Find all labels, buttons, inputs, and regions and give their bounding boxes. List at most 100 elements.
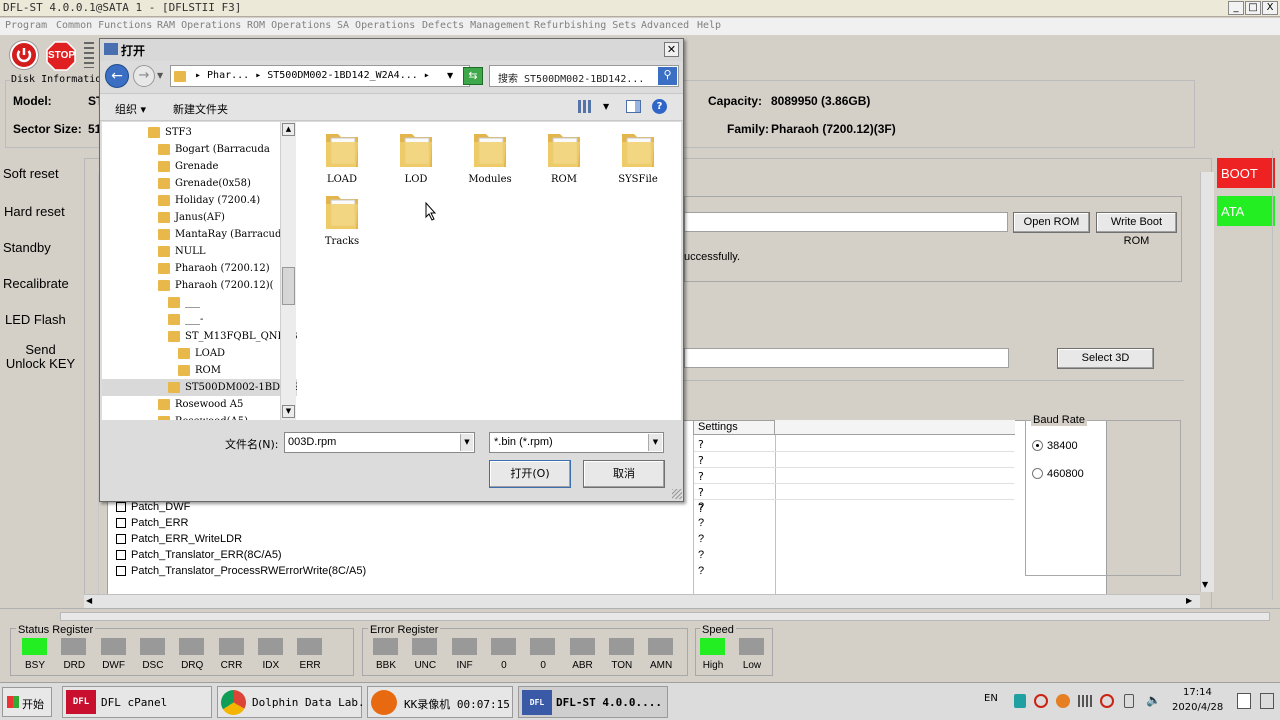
notes-icon[interactable] (1237, 693, 1251, 709)
search-icon[interactable]: ⚲ (658, 67, 677, 85)
folder-icon[interactable] (323, 190, 361, 234)
menu-help[interactable]: Help (697, 20, 721, 31)
forward-icon[interactable]: → (133, 65, 155, 87)
hard-reset-button[interactable]: Hard reset (4, 204, 65, 219)
filetype-dropdown-icon[interactable]: ▼ (648, 434, 662, 451)
folder-label[interactable]: LOAD (302, 174, 382, 185)
tree-item[interactable]: STF3 (165, 124, 192, 141)
minimize-button[interactable]: _ (1228, 1, 1244, 15)
tray-icon[interactable] (1034, 694, 1048, 708)
settings-column-header[interactable]: Settings (693, 420, 775, 435)
table-row[interactable]: Patch_ERR ? (108, 516, 988, 532)
back-icon[interactable]: ← (105, 64, 129, 88)
led-flash-button[interactable]: LED Flash (5, 312, 66, 327)
scroll-down-icon[interactable]: ▼ (282, 405, 295, 418)
tree-item[interactable]: Pharaoh (7200.12) (175, 260, 270, 277)
filename-combo[interactable]: 003D.rpm ▼ (284, 432, 475, 453)
folder-label[interactable]: ROM (524, 174, 604, 185)
menu-advanced[interactable]: Advanced (641, 20, 689, 31)
vertical-scrollbar[interactable]: ▼ (1200, 172, 1214, 592)
shield-icon[interactable] (1014, 694, 1026, 708)
scroll-right-icon[interactable]: ▶ (1186, 596, 1192, 605)
tree-item[interactable]: NULL (175, 243, 205, 260)
menu-rom-operations[interactable]: ROM Operations (247, 20, 331, 31)
refresh-icon[interactable]: ⇆ (463, 67, 483, 85)
address-dropdown-icon[interactable]: ▼ (447, 71, 453, 80)
close-button[interactable]: X (1262, 1, 1278, 15)
row-checkbox[interactable] (116, 534, 126, 544)
preview-pane-icon[interactable] (626, 100, 641, 113)
cancel-button[interactable]: 取消 (583, 460, 665, 488)
task-dfl-cpanel[interactable]: DFL DFL cPanel (62, 686, 212, 718)
menu-refurbishing-sets[interactable]: Refurbishing Sets (534, 20, 636, 31)
soft-reset-button[interactable]: Soft reset (3, 166, 59, 181)
scroll-left-icon[interactable]: ◀ (86, 596, 92, 605)
tree-item[interactable]: Bogart (Barracuda (175, 141, 270, 158)
scroll-thumb[interactable] (282, 267, 295, 305)
row-checkbox[interactable] (116, 502, 126, 512)
standby-button[interactable]: Standby (3, 240, 51, 255)
stop-icon[interactable]: STOP (46, 41, 76, 71)
task-dolphin-data-lab[interactable]: Dolphin Data Lab... (217, 686, 378, 718)
folder-label[interactable]: Modules (450, 174, 530, 185)
3d-path-input[interactable] (684, 348, 1009, 368)
new-folder-button[interactable]: 新建文件夹 (173, 101, 228, 117)
menu-ram-operations[interactable]: RAM Operations (157, 20, 241, 31)
menu-defects-management[interactable]: Defects Management (422, 20, 530, 31)
tree-scrollbar[interactable]: ▲ ▼ (280, 122, 296, 420)
tree-item[interactable]: Pharaoh (7200.12)( (175, 277, 274, 294)
clock-date[interactable]: 2020/4/28 (1172, 702, 1223, 713)
table-row[interactable]: Patch_ERR_WriteLDR ? (108, 532, 988, 548)
baud-38400-radio[interactable] (1032, 440, 1043, 451)
tree-item[interactable]: Rosewood A5 (175, 396, 243, 413)
tray-icon[interactable] (1100, 694, 1114, 708)
baud-460800-radio[interactable] (1032, 468, 1043, 479)
menu-common-functions[interactable]: Common Functions (56, 20, 152, 31)
select-3d-button[interactable]: Select 3D (1057, 348, 1154, 369)
table-row[interactable]: Patch_Translator_ProcessRWErrorWrite(8C/… (108, 564, 988, 580)
volume-icon[interactable]: 🔈 (1146, 693, 1161, 707)
recent-locations-icon[interactable]: ▼ (157, 71, 163, 80)
device-icon[interactable] (1124, 694, 1134, 708)
open-button[interactable]: 打开(O) (489, 460, 571, 488)
power-icon[interactable] (10, 41, 38, 69)
scroll-down-icon[interactable]: ▼ (1202, 580, 1208, 589)
maximize-button[interactable]: □ (1245, 1, 1261, 15)
tree-item[interactable]: Holiday (7200.4) (175, 192, 260, 209)
tree-item[interactable]: ___ (185, 294, 200, 311)
folder-icon[interactable] (545, 128, 583, 172)
tree-item[interactable]: Grenade(0x58) (175, 175, 251, 192)
recalibrate-button[interactable]: Recalibrate (3, 276, 69, 291)
folder-label[interactable]: Tracks (302, 236, 382, 247)
tree-item[interactable]: Rosewood(A5) (175, 413, 248, 420)
dialog-close-icon[interactable]: ✕ (664, 42, 679, 57)
folder-icon[interactable] (619, 128, 657, 172)
search-box[interactable]: 搜索 ST500DM002-1BD142... ⚲ (489, 65, 679, 87)
folder-label[interactable]: SYSFile (598, 174, 678, 185)
resize-grip-icon[interactable] (672, 489, 682, 499)
write-boot-rom-button[interactable]: Write Boot ROM (1096, 212, 1177, 247)
task-dfl-st[interactable]: DFL DFL-ST 4.0.0.... (518, 686, 668, 718)
row-checkbox[interactable] (116, 518, 126, 528)
send-unlock-key-button[interactable]: Send Unlock KEY (3, 343, 78, 371)
folder-label[interactable]: LOD (376, 174, 456, 185)
tree-item[interactable]: MantaRay (Barracud (175, 226, 281, 243)
folder-icon[interactable] (323, 128, 361, 172)
folder-icon[interactable] (397, 128, 435, 172)
horizontal-scrollbar[interactable]: ◀ ▶ (84, 594, 1200, 608)
menu-sa-operations[interactable]: SA Operations (337, 20, 415, 31)
show-desktop-icon[interactable] (1260, 693, 1274, 709)
open-rom-button[interactable]: Open ROM (1013, 212, 1090, 233)
tree-item[interactable]: LOAD (195, 345, 225, 362)
menu-program[interactable]: Program (5, 20, 47, 31)
folder-icon[interactable] (471, 128, 509, 172)
tree-item[interactable]: ___- (185, 311, 203, 328)
tray-icon[interactable] (1056, 694, 1070, 708)
row-checkbox[interactable] (116, 566, 126, 576)
view-dropdown-icon[interactable]: ▼ (603, 102, 609, 111)
table-row[interactable]: Patch_Translator_ERR(8C/A5) ? (108, 548, 988, 564)
task-kk-recorder[interactable]: KK录像机 00:07:15 (367, 686, 513, 718)
row-checkbox[interactable] (116, 550, 126, 560)
tree-item[interactable]: Grenade (175, 158, 218, 175)
organize-button[interactable]: 组织 ▾ (115, 101, 146, 117)
